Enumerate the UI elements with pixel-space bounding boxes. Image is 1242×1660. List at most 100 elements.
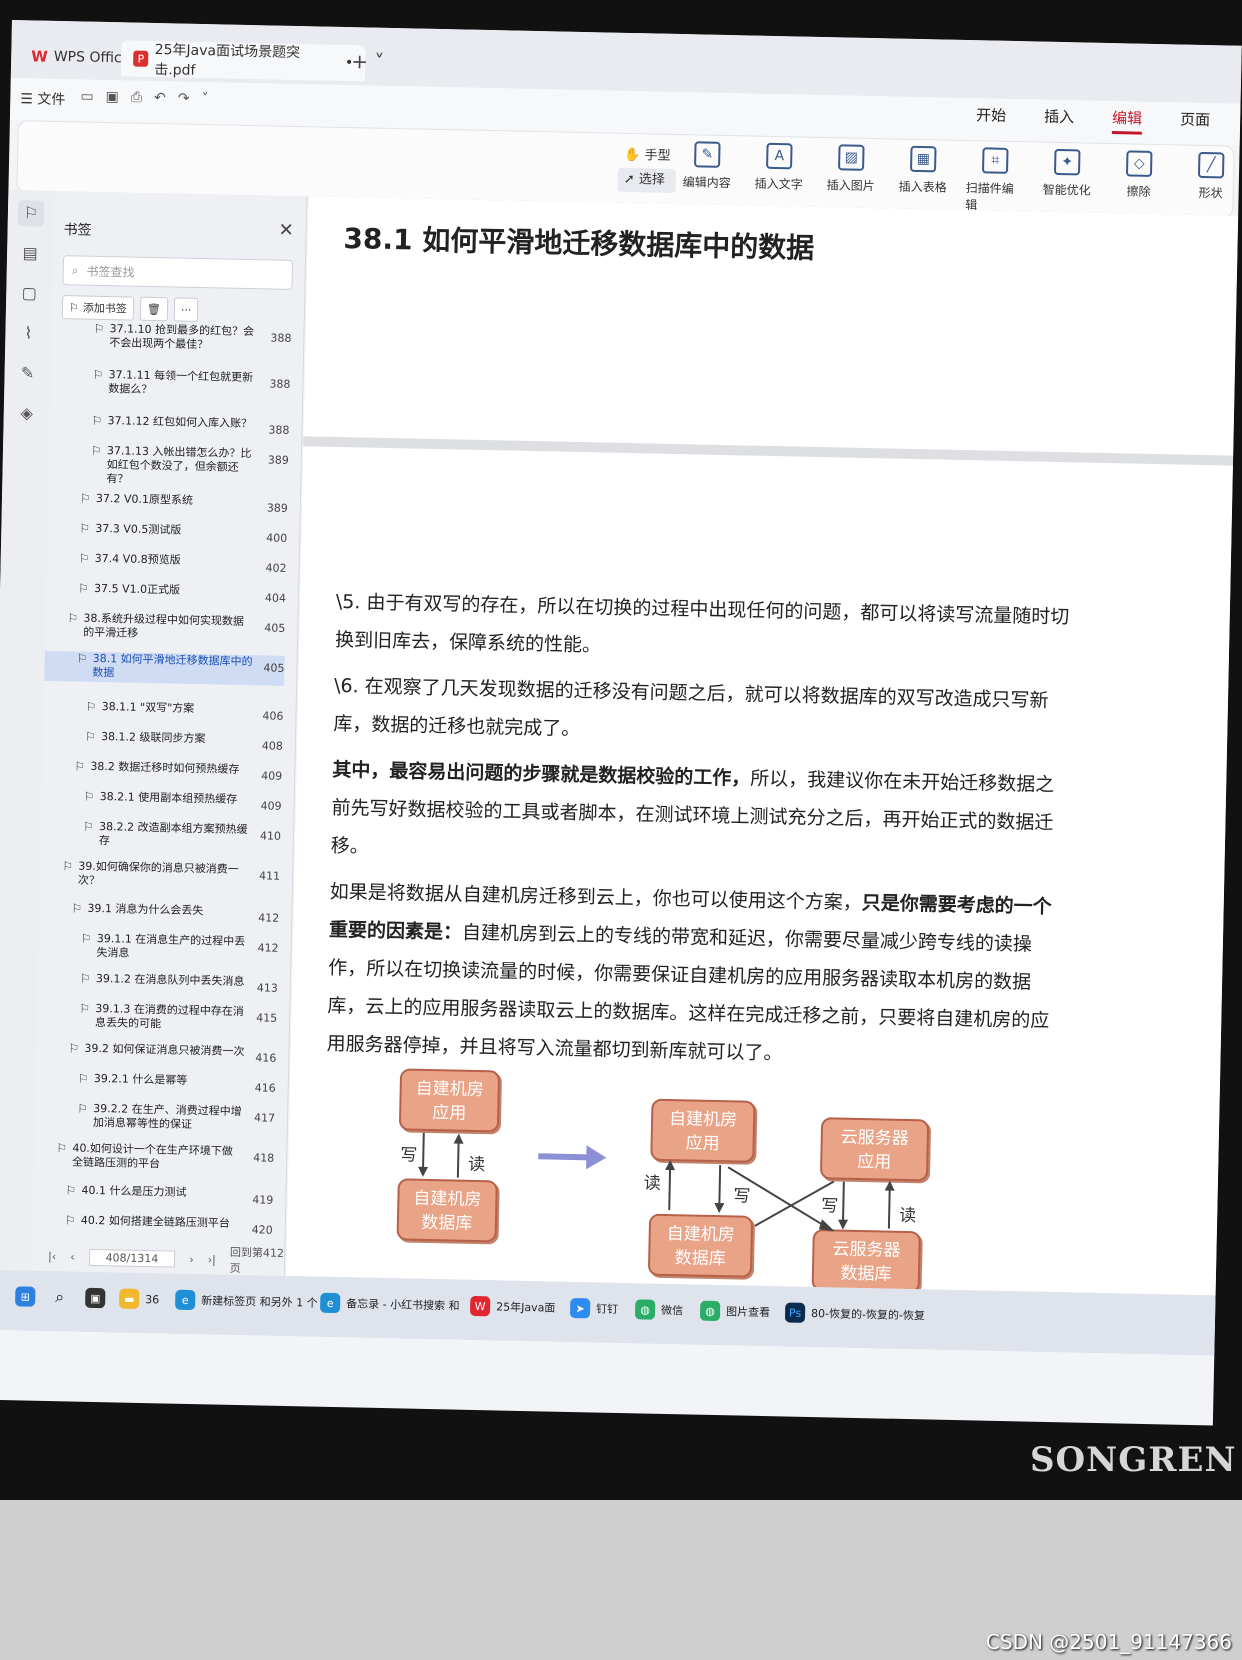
cloud-read-arrow — [887, 1186, 891, 1229]
diagram-arrows — [418, 1132, 895, 1296]
hand-label: 手型 — [644, 148, 671, 164]
back-to-page-link[interactable]: 回到第412页 — [229, 1244, 285, 1277]
wps-tab-label: WPS Office — [53, 48, 131, 67]
first-page-icon[interactable]: |‹ — [48, 1250, 56, 1263]
bookmark-item-page: 409 — [260, 799, 282, 813]
bookmark-item[interactable]: ⚐ 38.2.2 改造副本组方案预热缓存 410 — [41, 819, 282, 854]
thumbnail-icon[interactable]: ▤ — [17, 240, 44, 267]
search-button[interactable]: ⌕ — [55, 1287, 64, 1307]
document-view: 38.1 如何平滑地迁移数据库中的数据 \5. 由于有双写的存在，所以在切换的过… — [285, 196, 1239, 1296]
select-label: 选择 — [638, 172, 666, 188]
bookmark-flag-icon: ⚐ — [77, 1071, 89, 1086]
right-write-arrow — [718, 1165, 722, 1208]
bookmark-item-page: 412 — [258, 911, 280, 925]
bookmark-item-label: 40.2 如何搭建全链路压测平台 — [80, 1213, 230, 1230]
bookmark-item-label: 40.1 什么是压力测试 — [81, 1183, 187, 1199]
bookmark-item-label: 39.1.1 在消息生产的过程中丢失消息 — [96, 931, 246, 960]
close-icon[interactable]: ✕ — [278, 220, 294, 241]
bookmark-flag-icon: ⚐ — [79, 491, 91, 506]
dingtalk-icon: ➤ — [569, 1297, 591, 1319]
bookmark-panel-icon[interactable]: ⚐ — [17, 200, 45, 227]
pdf-icon: P — [133, 50, 149, 67]
bookmark-item[interactable]: ⚐ 40.如何设计一个在生产环境下做全链路压测的平台 418 — [34, 1141, 275, 1176]
bookmark-item-page: 419 — [252, 1193, 274, 1207]
bookmark-list: ⚐ 37.1.10 抢到最多的红包？会不会出现两个最佳？ 388 ⚐ 37.1.11 每… — [32, 321, 303, 1246]
folder-icon: ▬ — [119, 1288, 140, 1309]
taskbar-wechat[interactable]: ◍ 微信 — [634, 1299, 683, 1320]
layers-icon[interactable]: ◈ — [13, 400, 40, 427]
more-options-button[interactable]: ··· — [173, 297, 199, 322]
taskbar-image-viewer[interactable]: ◍ 图片查看 — [699, 1300, 770, 1322]
redo-icon[interactable]: ↷ — [178, 90, 190, 106]
taskbar-dingtalk[interactable]: ➤ 钉钉 — [569, 1297, 618, 1319]
last-page-icon[interactable]: ›| — [208, 1253, 216, 1266]
add-bookmark-button[interactable]: ⚐ 添加书签 — [61, 295, 135, 321]
bookmark-item-label: 37.1.13 入帐出错怎么办？比如红包个数没了，但余额还有？ — [106, 444, 252, 486]
save-icon[interactable]: ▣ — [105, 89, 119, 105]
erase-button[interactable]: ◇ 擦除 — [1109, 150, 1168, 217]
delete-bookmark-button[interactable]: 🗑 — [139, 296, 169, 322]
bookmark-item[interactable]: ⚐ 37.1.11 每领一个红包就更新数据么？ 388 — [50, 367, 291, 402]
edge-icon: e — [175, 1289, 196, 1311]
file-explorer-button[interactable]: ▬ 36 — [119, 1288, 159, 1310]
hand-tool-button[interactable]: ✋ 手型 — [618, 144, 677, 169]
trash-icon: 🗑 — [146, 302, 161, 316]
comment-icon[interactable]: ▢ — [16, 280, 43, 307]
bookmark-item-page: 408 — [261, 739, 283, 753]
signature-icon[interactable]: ✎ — [14, 360, 41, 387]
tab-edit[interactable]: 编辑 — [1111, 107, 1143, 135]
bookmark-item-label: 38.2.1 使用副本组预热缓存 — [99, 790, 238, 806]
image-icon: ▨ — [838, 144, 865, 171]
bookmark-item[interactable]: ⚐ 37.1.13 入帐出错怎么办？比如红包个数没了，但余额还有？ 389 — [49, 443, 290, 486]
select-tool-button[interactable]: ➚ 选择 — [617, 167, 677, 193]
more-icon: ··· — [180, 303, 192, 317]
shape-button[interactable]: ╱ 形状 — [1181, 151, 1240, 219]
tab-page[interactable]: 页面 — [1180, 108, 1211, 136]
print-icon[interactable]: ⎙ — [131, 90, 143, 106]
task-view-button[interactable]: ▣ — [85, 1287, 106, 1309]
bookmark-item[interactable]: ⚐ 39.2.2 在生产、消费过程中增加消息幂等性的保证 417 — [35, 1101, 276, 1136]
image-viewer-icon: ◍ — [699, 1300, 721, 1322]
taskbar-photoshop[interactable]: Ps 80-恢复的-恢复的-恢复 — [784, 1302, 925, 1325]
undo-icon[interactable]: ↶ — [154, 90, 166, 106]
open-folder-icon[interactable]: ▭ — [80, 88, 94, 104]
edit-content-button[interactable]: ✎ 编辑内容 — [677, 141, 736, 208]
ribbon-tabs: 开始 插入 编辑 页面 — [976, 104, 1211, 136]
pdf-page-lower: \5. 由于有双写的存在，所以在切换的过程中出现任何的问题，都可以将读写流量随时… — [285, 446, 1233, 1296]
start-button[interactable]: ⊞ — [15, 1286, 36, 1307]
transition-arrowhead — [586, 1145, 607, 1170]
insert-table-button[interactable]: ▦ 插入表格 — [893, 145, 952, 213]
wps-icon: W — [469, 1295, 491, 1317]
taskbar-wps[interactable]: W 25年Java面 — [469, 1295, 556, 1318]
tab-insert[interactable]: 插入 — [1044, 106, 1075, 134]
bookmark-item[interactable]: ⚐ 39.1.1 在消息生产的过程中丢失消息 412 — [38, 931, 279, 966]
bookmark-item[interactable]: ⚐ 39.如何确保你的消息只被消费一次？ 411 — [40, 859, 281, 894]
page-indicator[interactable]: 408/1314 — [88, 1248, 176, 1268]
bookmark-search-input[interactable]: ⌕ 书签查找 — [62, 255, 294, 290]
bookmark-flag-icon: ⚐ — [80, 931, 92, 946]
bookmark-add-icon: ⚐ — [68, 300, 80, 314]
taskbar-edge-1[interactable]: e 新建标签页 和另外 1 个 — [175, 1289, 318, 1313]
section-heading: 38.1 如何平滑地迁移数据库中的数据 — [343, 221, 815, 265]
taskbar-edge-2[interactable]: e 备忘录 - 小红书搜索 和 — [319, 1292, 460, 1316]
bookmark-flag-icon: ⚐ — [82, 819, 95, 834]
edge-icon: e — [319, 1292, 341, 1314]
bookmark-item[interactable]: ⚐ 38.系统升级过程中如何实现数据的平滑迁移 405 — [45, 611, 286, 646]
bookmark-item-label: 39.2.2 在生产、消费过程中增加消息幂等性的保证 — [92, 1101, 242, 1132]
bookmark-item[interactable]: ⚐ 38.1 如何平滑地迁移数据库中的数据 405 — [44, 650, 285, 686]
tab-start[interactable]: 开始 — [976, 104, 1007, 132]
file-menu[interactable]: ☰ 文件 — [20, 88, 65, 109]
prev-page-icon[interactable]: ‹ — [70, 1250, 75, 1263]
bookmark-item[interactable]: ⚐ 37.1.10 抢到最多的红包？会不会出现两个最佳？ 388 — [51, 321, 292, 356]
scan-edit-button[interactable]: ⌗ 扫描件编辑 — [965, 147, 1024, 214]
pdf-document-tab[interactable]: P 25年Java面试场景题突击.pdf • — [120, 40, 366, 82]
chevron-down-icon[interactable]: ˅ — [201, 91, 208, 107]
smart-optimize-button[interactable]: ✦ 智能优化 — [1037, 148, 1096, 216]
bookmark-item-label: 39.2.1 什么是幂等 — [93, 1071, 188, 1087]
bookmark-item[interactable]: ⚐ 39.1.3 在消费的过程中存在消息丢失的可能 415 — [37, 1001, 278, 1036]
next-page-icon[interactable]: › — [189, 1252, 194, 1265]
new-tab-button[interactable]: + ˅ — [351, 49, 385, 74]
attachment-icon[interactable]: ⌇ — [15, 320, 42, 347]
insert-image-button[interactable]: ▨ 插入图片 — [821, 144, 880, 211]
insert-text-button[interactable]: A 插入文字 — [749, 142, 808, 209]
